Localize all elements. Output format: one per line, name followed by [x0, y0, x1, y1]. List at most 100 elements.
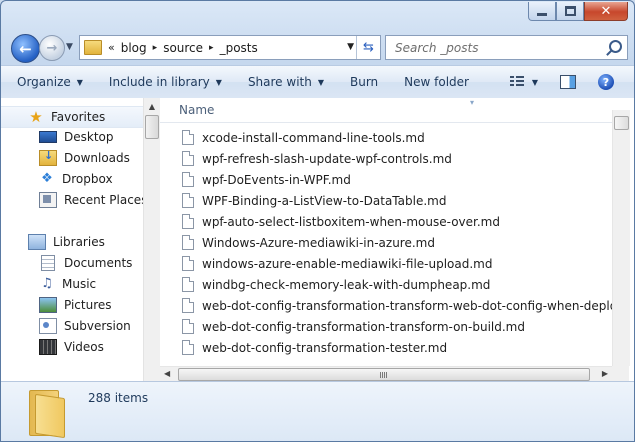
file-name: web-dot-config-transformation-tester.md	[202, 340, 448, 355]
new-folder-button[interactable]: New folder	[404, 75, 469, 89]
navigation-pane: ★ Favorites Desktop Downloads ❖ Dropbox …	[1, 98, 160, 381]
nav-documents-label: Documents	[64, 256, 133, 270]
nav-dropbox[interactable]: ❖ Dropbox	[39, 169, 113, 189]
organize-button[interactable]: Organize ▼	[17, 75, 83, 89]
file-list: ▾ Name xcode-install-command-line-tools.…	[160, 98, 634, 382]
file-row[interactable]: web-dot-config-transformation-tester.md	[160, 337, 612, 358]
file-name: Windows-Azure-mediawiki-in-azure.md	[202, 235, 435, 250]
forward-arrow-icon: →	[46, 40, 58, 56]
file-row[interactable]: windows-azure-enable-mediawiki-file-uplo…	[160, 253, 612, 274]
downloads-icon	[39, 149, 57, 166]
recent-pages-dropdown[interactable]: ▼	[66, 42, 73, 52]
file-row[interactable]: windbg-check-memory-leak-with-dumpheap.m…	[160, 274, 612, 295]
maximize-button[interactable]	[556, 2, 584, 21]
file-row[interactable]: wpf-auto-select-listboxitem-when-mouse-o…	[160, 211, 612, 232]
folder-icon	[84, 40, 102, 55]
burn-button[interactable]: Burn	[350, 75, 378, 89]
burn-label: Burn	[350, 75, 379, 89]
nav-libraries[interactable]: Libraries	[28, 232, 105, 252]
horizontal-scroll-thumb[interactable]	[178, 368, 590, 381]
nav-subversion[interactable]: Subversion	[39, 316, 131, 336]
sort-indicator-icon: ▾	[470, 98, 475, 107]
forward-button[interactable]: →	[39, 35, 65, 61]
scroll-up-icon[interactable]: ▲	[144, 98, 160, 114]
nav-pictures-label: Pictures	[64, 298, 112, 312]
file-row[interactable]: WPF-Binding-a-ListView-to-DataTable.md	[160, 190, 612, 211]
preview-pane-icon[interactable]	[560, 75, 576, 89]
nav-dropbox-label: Dropbox	[62, 172, 113, 186]
details-pane: 288 items	[1, 381, 634, 441]
nav-scrollbar[interactable]: ▲	[143, 98, 160, 381]
include-in-library-button[interactable]: Include in library ▼	[109, 75, 222, 89]
search-input[interactable]	[393, 39, 597, 56]
breadcrumb-separator-icon[interactable]: ▸	[153, 43, 158, 53]
share-with-button[interactable]: Share with ▼	[248, 75, 324, 89]
nav-favorites[interactable]: ★ Favorites	[1, 106, 143, 128]
breadcrumb-blog[interactable]: blog	[121, 41, 147, 55]
view-dropdown[interactable]: ▼	[532, 78, 538, 87]
file-name: xcode-install-command-line-tools.md	[202, 130, 425, 145]
nav-documents[interactable]: Documents	[39, 253, 132, 273]
nav-scroll-thumb[interactable]	[145, 115, 159, 139]
minimize-button[interactable]	[528, 2, 556, 21]
file-icon	[182, 151, 194, 166]
file-row[interactable]: xcode-install-command-line-tools.md	[160, 127, 612, 148]
search-icon[interactable]	[609, 40, 622, 53]
nav-downloads[interactable]: Downloads	[39, 148, 130, 168]
vertical-scroll-thumb[interactable]	[614, 116, 629, 130]
file-list-vertical-scrollbar[interactable]	[612, 110, 630, 366]
nav-music[interactable]: ♫ Music	[39, 274, 96, 294]
file-row[interactable]: web-dot-config-transformation-transform-…	[160, 316, 612, 337]
file-row[interactable]: Windows-Azure-mediawiki-in-azure.md	[160, 232, 612, 253]
recent-places-icon	[39, 192, 57, 208]
breadcrumb-separator-icon[interactable]: ▸	[209, 43, 214, 53]
dropbox-icon: ❖	[41, 171, 53, 186]
music-icon: ♫	[41, 276, 53, 291]
nav-recent-places-label: Recent Places	[64, 193, 148, 207]
nav-subversion-label: Subversion	[64, 319, 131, 333]
change-view-icon[interactable]	[509, 76, 524, 88]
breadcrumb-overflow[interactable]: «	[108, 41, 115, 54]
address-dropdown-icon[interactable]: ▼	[347, 42, 354, 52]
scroll-left-icon[interactable]: ◀	[164, 369, 170, 378]
nav-videos[interactable]: Videos	[39, 337, 104, 357]
desktop-icon	[39, 131, 57, 143]
nav-music-label: Music	[62, 277, 97, 291]
file-row[interactable]: wpf-refresh-slash-update-wpf-controls.md	[160, 148, 612, 169]
back-button[interactable]: ←	[11, 34, 40, 63]
caption-buttons: ✕	[528, 2, 628, 22]
nav-recent-places[interactable]: Recent Places	[39, 190, 147, 210]
nav-videos-label: Videos	[64, 340, 104, 354]
file-list-horizontal-scrollbar[interactable]: ◀ ▶	[160, 366, 612, 382]
column-header-row: ▾ Name	[160, 98, 612, 123]
file-icon	[182, 172, 194, 187]
include-in-library-label: Include in library	[108, 75, 210, 89]
address-bar[interactable]: « blog ▸ source ▸ _posts ▼ ⇆	[79, 35, 381, 60]
nav-libraries-label: Libraries	[53, 235, 105, 249]
file-icon	[182, 340, 194, 355]
file-name: WPF-Binding-a-ListView-to-DataTable.md	[202, 193, 447, 208]
file-name: wpf-auto-select-listboxitem-when-mouse-o…	[202, 214, 500, 229]
folder-large-icon	[29, 390, 65, 439]
nav-desktop[interactable]: Desktop	[39, 127, 114, 147]
file-name: wpf-refresh-slash-update-wpf-controls.md	[202, 151, 452, 166]
file-icon	[182, 214, 194, 229]
file-icon	[182, 277, 194, 292]
close-button[interactable]: ✕	[584, 2, 628, 21]
file-name: windbg-check-memory-leak-with-dumpheap.m…	[202, 277, 491, 292]
file-name: web-dot-config-transformation-transform-…	[202, 298, 612, 313]
nav-pictures[interactable]: Pictures	[39, 295, 112, 315]
close-icon: ✕	[600, 3, 612, 19]
search-box	[385, 35, 628, 60]
file-name: windows-azure-enable-mediawiki-file-uplo…	[202, 256, 493, 271]
file-row[interactable]: web-dot-config-transformation-transform-…	[160, 295, 612, 316]
scroll-right-icon[interactable]: ▶	[602, 369, 608, 378]
help-icon[interactable]: ?	[598, 74, 614, 90]
file-row[interactable]: wpf-DoEvents-in-WPF.md	[160, 169, 612, 190]
column-header-name[interactable]: Name	[179, 103, 214, 117]
breadcrumb-posts[interactable]: _posts	[220, 41, 258, 55]
breadcrumb-source[interactable]: source	[163, 41, 203, 55]
maximize-icon	[564, 6, 576, 16]
subversion-icon	[39, 318, 57, 334]
refresh-button[interactable]: ⇆	[356, 36, 380, 59]
